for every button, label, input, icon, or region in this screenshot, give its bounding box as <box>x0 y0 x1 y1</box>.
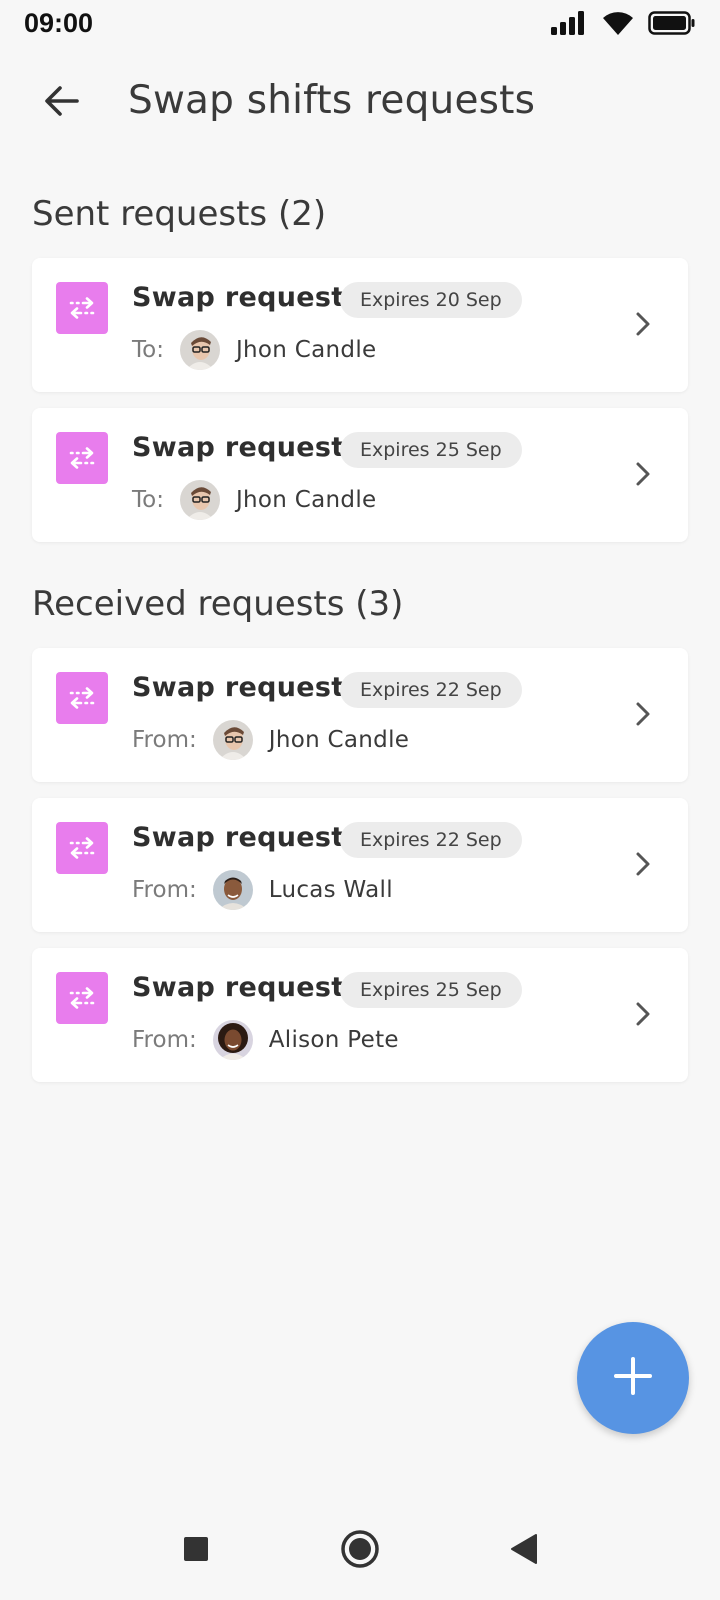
person-name: Alison Pete <box>268 1027 399 1053</box>
person-row: To: Jhon Candle <box>132 328 376 372</box>
swap-arrows-icon <box>56 432 108 484</box>
swap-arrows-icon <box>56 822 108 874</box>
expires-badge: Expires 25 Sep <box>340 972 522 1008</box>
received-request-card[interactable]: Swap request Expires 22 Sep From: Jhon C… <box>32 648 688 782</box>
expires-badge: Expires 22 Sep <box>340 822 522 858</box>
square-icon <box>182 1535 210 1567</box>
expires-badge: Expires 25 Sep <box>340 432 522 468</box>
system-back-button[interactable] <box>499 1526 549 1576</box>
request-title: Swap request <box>132 672 345 703</box>
status-icons <box>550 10 696 40</box>
app-bar: Swap shifts requests <box>0 60 720 146</box>
received-request-card[interactable]: Swap request Expires 25 Sep From: Alison… <box>32 948 688 1082</box>
swap-arrows-icon <box>56 282 108 334</box>
sent-request-card[interactable]: Swap request Expires 25 Sep To: Jhon Can… <box>32 408 688 542</box>
avatar <box>179 330 220 370</box>
status-bar: 09:00 <box>0 0 720 48</box>
request-title: Swap request <box>132 822 345 853</box>
person-name: Jhon Candle <box>235 337 377 363</box>
circle-icon <box>340 1529 380 1573</box>
swap-arrows-icon <box>56 672 108 724</box>
sent-requests-heading: Sent requests (2) <box>32 194 327 234</box>
swap-arrows-icon <box>56 972 108 1024</box>
direction-label: To: <box>132 487 164 513</box>
battery-icon <box>648 10 696 40</box>
direction-label: From: <box>132 877 197 903</box>
chevron-right-icon <box>628 454 658 494</box>
plus-icon <box>613 1356 653 1400</box>
back-button[interactable] <box>34 78 90 128</box>
home-button[interactable] <box>335 1526 385 1576</box>
arrow-left-icon <box>44 85 80 121</box>
expires-badge: Expires 22 Sep <box>340 672 522 708</box>
person-row: To: Jhon Candle <box>132 478 376 522</box>
chevron-right-icon <box>628 304 658 344</box>
request-title: Swap request <box>132 282 345 313</box>
chevron-right-icon <box>628 694 658 734</box>
person-name: Jhon Candle <box>268 727 410 753</box>
chevron-right-icon <box>628 994 658 1034</box>
triangle-back-icon <box>509 1533 539 1569</box>
person-name: Lucas Wall <box>268 877 393 903</box>
direction-label: From: <box>132 1027 197 1053</box>
avatar <box>179 480 220 520</box>
received-request-card[interactable]: Swap request Expires 22 Sep From: Lucas … <box>32 798 688 932</box>
person-row: From: Jhon Candle <box>132 718 409 762</box>
request-title: Swap request <box>132 972 345 1003</box>
system-nav-bar <box>0 1510 720 1590</box>
expires-badge: Expires 20 Sep <box>340 282 522 318</box>
avatar <box>212 870 253 910</box>
received-requests-heading: Received requests (3) <box>32 584 404 624</box>
page-title: Swap shifts requests <box>128 78 536 123</box>
sent-request-card[interactable]: Swap request Expires 20 Sep To: Jhon Can… <box>32 258 688 392</box>
direction-label: To: <box>132 337 164 363</box>
add-request-button[interactable] <box>577 1322 689 1434</box>
wifi-icon <box>602 10 634 40</box>
avatar <box>212 720 253 760</box>
chevron-right-icon <box>628 844 658 884</box>
person-name: Jhon Candle <box>235 487 377 513</box>
request-title: Swap request <box>132 432 345 463</box>
signal-icon <box>550 10 588 40</box>
person-row: From: Lucas Wall <box>132 868 393 912</box>
person-row: From: Alison Pete <box>132 1018 399 1062</box>
status-time: 09:00 <box>24 8 94 38</box>
recents-button[interactable] <box>171 1526 221 1576</box>
direction-label: From: <box>132 727 197 753</box>
avatar <box>212 1020 253 1060</box>
